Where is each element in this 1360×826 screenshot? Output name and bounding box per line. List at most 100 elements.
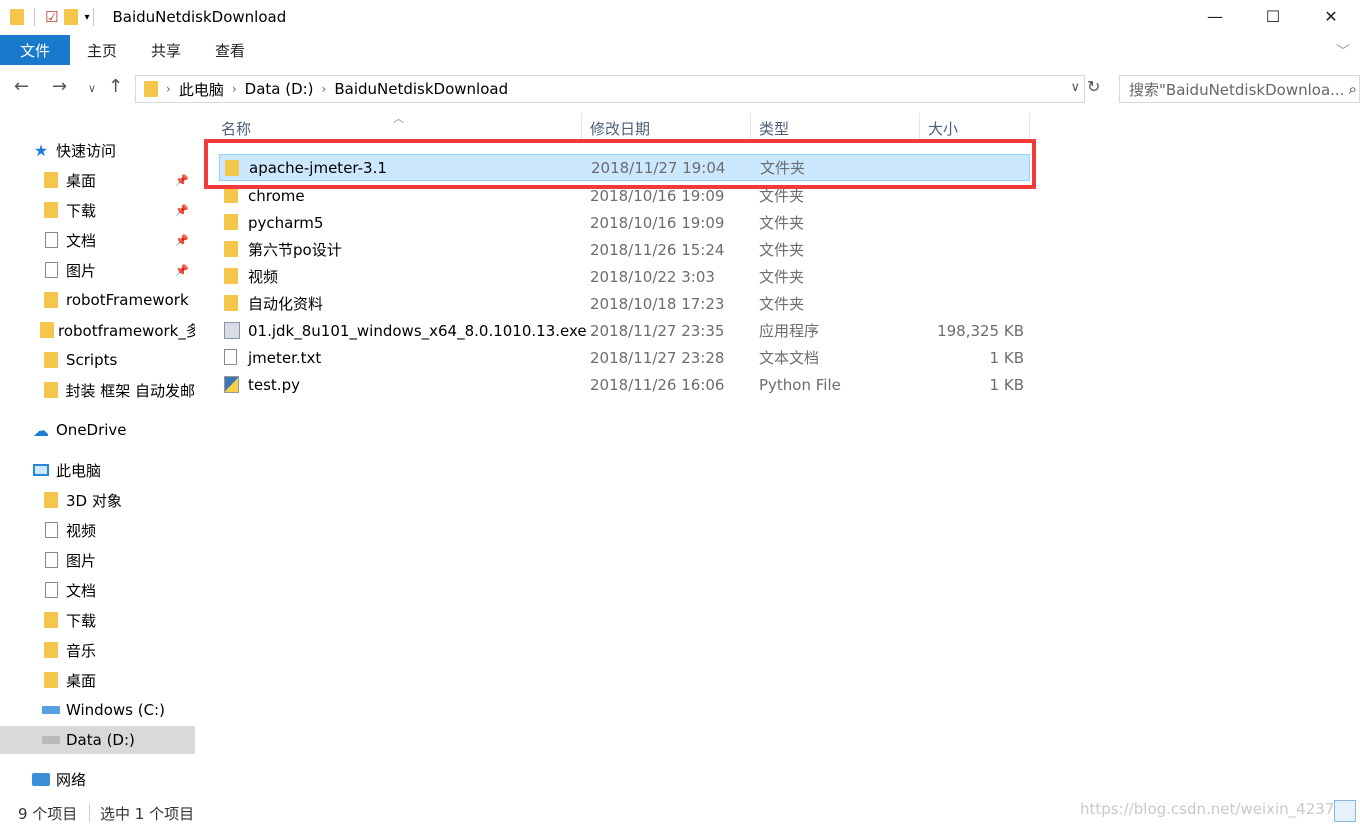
back-arrow-icon[interactable]: ← (14, 76, 29, 97)
file-type: 文件夹 (760, 159, 806, 177)
nav-item-robotframework-2[interactable]: robotframework_多 (0, 316, 195, 344)
nav-this-pc[interactable]: 此电脑 (0, 456, 195, 484)
column-header-size[interactable]: 大小 (920, 113, 1030, 143)
computer-icon (33, 464, 49, 476)
nav-onedrive[interactable]: ☁ OneDrive (0, 416, 195, 444)
nav-item-pc-documents[interactable]: 文档 (0, 576, 195, 604)
column-header-type[interactable]: 类型 (751, 113, 920, 143)
search-input[interactable]: 搜索"BaiduNetdiskDownloa... ⌕ (1119, 75, 1360, 103)
file-row[interactable]: 自动化资料 2018/10/18 17:23 文件夹 (219, 290, 1030, 317)
window-controls: — ☐ ✕ (1186, 0, 1360, 32)
folder-icon (40, 322, 54, 338)
file-date: 2018/10/16 19:09 (590, 213, 725, 232)
nav-item-pc-desktop[interactable]: 桌面 (0, 666, 195, 694)
up-arrow-icon[interactable]: ↑ (108, 76, 123, 97)
new-folder-icon[interactable] (64, 9, 79, 25)
recent-locations-icon[interactable]: ∨ (88, 82, 96, 95)
file-name: jmeter.txt (248, 348, 322, 367)
nav-item-framework-email[interactable]: 封装 框架 自动发邮 (0, 376, 195, 404)
nav-quick-access[interactable]: ★ 快速访问 (0, 136, 195, 164)
nav-item-drive-d[interactable]: Data (D:) (0, 726, 195, 754)
nav-item-scripts[interactable]: Scripts (0, 346, 195, 374)
file-name: 第六节po设计 (248, 241, 342, 259)
nav-item-pc-pictures[interactable]: 图片 (0, 546, 195, 574)
file-row[interactable]: test.py 2018/11/26 16:06 Python File 1 K… (219, 371, 1030, 398)
folder-icon (44, 352, 58, 368)
navigation-pane: ★ 快速访问 桌面 📌 下载 📌 文档 📌 图片 📌 robotFramewor… (0, 113, 197, 793)
file-row[interactable]: 视频 2018/10/22 3:03 文件夹 (219, 263, 1030, 290)
file-row[interactable]: apache-jmeter-3.1 2018/11/27 19:04 文件夹 (219, 154, 1030, 181)
nav-label: 桌面 (66, 671, 97, 690)
file-date: 2018/11/26 15:24 (590, 240, 725, 259)
chevron-right-icon[interactable]: › (232, 82, 237, 96)
address-bar[interactable]: › 此电脑 › Data (D:) › BaiduNetdiskDownload… (135, 75, 1085, 103)
search-icon[interactable]: ⌕ (1349, 80, 1357, 98)
customize-toolbar-icon[interactable]: ▾ (84, 12, 89, 23)
nav-item-music[interactable]: 音乐 (0, 636, 195, 664)
details-view-button[interactable] (1334, 800, 1356, 822)
tab-view[interactable]: 查看 (198, 35, 262, 65)
nav-label: 图片 (66, 551, 97, 570)
nav-item-robotframework[interactable]: robotFramework (0, 286, 195, 314)
file-date: 2018/10/18 17:23 (590, 294, 725, 313)
desktop-folder-icon (44, 672, 58, 688)
tab-home[interactable]: 主页 (70, 35, 134, 65)
file-type: 文件夹 (759, 268, 805, 286)
breadcrumb-data-drive[interactable]: Data (D:) (245, 80, 314, 98)
window-title: BaiduNetdiskDownload (112, 8, 287, 26)
nav-item-drive-c[interactable]: Windows (C:) (0, 696, 195, 724)
file-row[interactable]: jmeter.txt 2018/11/27 23:28 文本文档 1 KB (219, 344, 1030, 371)
nav-label: Windows (C:) (66, 701, 165, 719)
nav-item-3d-objects[interactable]: 3D 对象 (0, 486, 195, 514)
file-row[interactable]: 第六节po设计 2018/11/26 15:24 文件夹 (219, 236, 1030, 263)
breadcrumb-this-pc[interactable]: 此电脑 (179, 79, 224, 100)
nav-label: 快速访问 (56, 141, 117, 160)
column-header-date[interactable]: 修改日期 (582, 113, 751, 143)
pin-icon[interactable]: 📌 (175, 204, 189, 217)
documents-folder-icon (44, 232, 58, 248)
chevron-down-icon[interactable]: ∨ (1070, 80, 1080, 95)
nav-item-downloads[interactable]: 下载 📌 (0, 196, 195, 224)
documents-folder-icon (44, 582, 58, 598)
folder-icon (44, 292, 58, 308)
file-row[interactable]: pycharm5 2018/10/16 19:09 文件夹 (219, 209, 1030, 236)
properties-icon[interactable]: ☑ (45, 8, 58, 26)
nav-item-pc-downloads[interactable]: 下载 (0, 606, 195, 634)
music-folder-icon (44, 642, 58, 658)
maximize-button[interactable]: ☐ (1244, 0, 1302, 32)
folder-icon (224, 241, 238, 257)
folder-icon (10, 9, 24, 25)
refresh-icon[interactable]: ↻ (1087, 77, 1109, 101)
minimize-button[interactable]: — (1186, 0, 1244, 32)
column-header-name[interactable]: 名称 (213, 113, 582, 143)
file-row[interactable]: 01.jdk_8u101_windows_x64_8.0.1010.13.exe… (219, 317, 1030, 344)
star-icon: ★ (33, 140, 49, 160)
forward-arrow-icon[interactable]: → (52, 76, 67, 97)
file-row[interactable]: chrome 2018/10/16 19:09 文件夹 (219, 182, 1030, 209)
chevron-right-icon[interactable]: › (166, 82, 171, 96)
nav-item-documents[interactable]: 文档 📌 (0, 226, 195, 254)
nav-item-pictures[interactable]: 图片 📌 (0, 256, 195, 284)
file-size: 1 KB (989, 348, 1024, 367)
3d-objects-icon (44, 492, 58, 508)
nav-item-desktop[interactable]: 桌面 📌 (0, 166, 195, 194)
nav-label: 文档 (66, 231, 97, 250)
tab-share[interactable]: 共享 (134, 35, 198, 65)
nav-network[interactable]: 网络 (0, 765, 195, 793)
selected-count: 选中 1 个项目 (100, 804, 195, 823)
pin-icon[interactable]: 📌 (175, 264, 189, 277)
close-button[interactable]: ✕ (1302, 0, 1360, 32)
pin-icon[interactable]: 📌 (175, 234, 189, 247)
expand-ribbon-icon[interactable]: ﹀ (1336, 41, 1350, 61)
pin-icon[interactable]: 📌 (175, 174, 189, 187)
file-type: 文件夹 (759, 214, 805, 232)
chevron-right-icon[interactable]: › (322, 82, 327, 96)
nav-item-videos[interactable]: 视频 (0, 516, 195, 544)
tab-file[interactable]: 文件 (0, 35, 70, 65)
file-size: 198,325 KB (937, 321, 1024, 340)
nav-label: 此电脑 (56, 461, 102, 480)
cloud-icon: ☁ (33, 420, 49, 440)
breadcrumb-current-folder[interactable]: BaiduNetdiskDownload (334, 80, 508, 98)
text-file-icon (224, 349, 237, 365)
file-date: 2018/11/27 23:35 (590, 321, 725, 340)
